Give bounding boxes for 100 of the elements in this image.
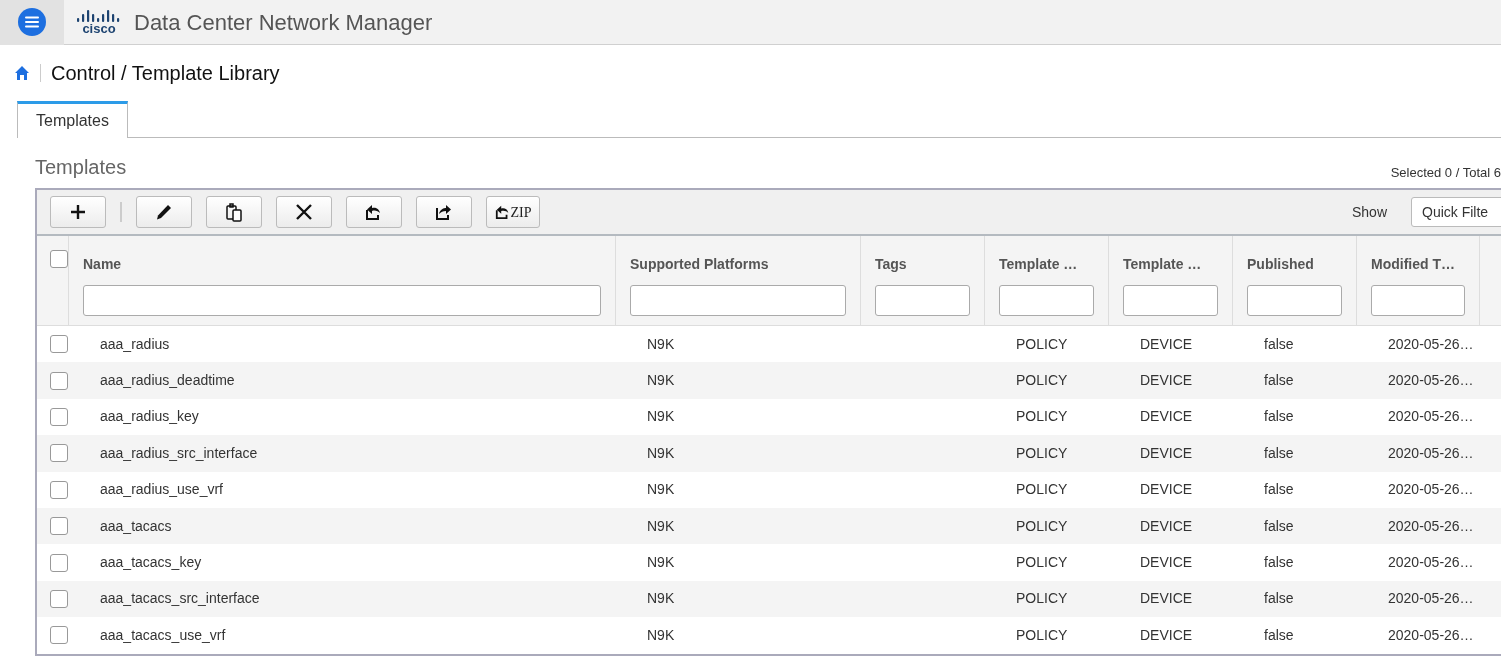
checkbox[interactable] <box>50 250 68 268</box>
checkbox[interactable] <box>50 480 68 499</box>
table-cell-text: DEVICE <box>1140 407 1193 427</box>
table-cell-text: aaa_tacacs_key <box>100 553 202 573</box>
table-cell-text: aaa_radius_key <box>100 407 199 427</box>
edit-button[interactable] <box>136 196 192 228</box>
table-cell-text: N9K <box>647 334 675 354</box>
column-header[interactable]: Template … <box>1123 254 1218 275</box>
filter-field[interactable] <box>83 285 601 316</box>
filter-field[interactable] <box>1371 285 1465 316</box>
table-cell-text: POLICY <box>1016 334 1068 354</box>
column-header[interactable]: Supported Platforms <box>630 254 846 275</box>
table-cell-text: POLICY <box>1016 589 1068 609</box>
close-icon <box>295 203 313 221</box>
checkbox[interactable] <box>50 371 68 390</box>
table-cell-text: 2020-05-26… <box>1388 516 1474 536</box>
table-cell-text: 2020-05-26… <box>1388 407 1474 427</box>
import-button[interactable] <box>346 196 402 228</box>
table-cell-text: false <box>1264 553 1294 573</box>
selection-count: Selected 0 / Total 6 <box>1390 163 1501 182</box>
table-cell-text: false <box>1264 334 1294 354</box>
table-cell-text: N9K <box>647 443 675 463</box>
checkbox[interactable] <box>50 517 68 536</box>
cisco-bars-icon <box>76 9 122 22</box>
table-cell-text: N9K <box>647 516 675 536</box>
table-cell-text: 2020-05-26… <box>1388 480 1474 500</box>
checkbox[interactable] <box>50 407 68 426</box>
filter-field[interactable] <box>630 285 846 316</box>
export-icon <box>435 203 453 221</box>
copy-button[interactable] <box>206 196 262 228</box>
section-title: Templates <box>35 155 127 180</box>
table-cell-text: N9K <box>647 589 675 609</box>
table-cell-text: N9K <box>647 480 675 500</box>
table-cell-text: POLICY <box>1016 480 1068 500</box>
table-cell-text: DEVICE <box>1140 589 1193 609</box>
checkbox[interactable] <box>50 335 68 354</box>
table-cell-text: false <box>1264 625 1294 645</box>
table-cell-text: DEVICE <box>1140 443 1193 463</box>
table-cell-text: 2020-05-26… <box>1388 625 1474 645</box>
checkbox[interactable] <box>50 553 68 572</box>
table-cell-text: 2020-05-26… <box>1388 371 1474 391</box>
add-button[interactable] <box>50 196 106 228</box>
pencil-icon <box>155 203 173 221</box>
import-icon <box>494 204 511 220</box>
table-cell-text: DEVICE <box>1140 516 1193 536</box>
breadcrumb: Control / Template Library <box>51 61 280 86</box>
table-cell-text: N9K <box>647 407 675 427</box>
table-cell-text: aaa_radius_src_interface <box>100 443 258 463</box>
table-cell-text: POLICY <box>1016 371 1068 391</box>
export-button[interactable] <box>416 196 472 228</box>
table-cell-text: DEVICE <box>1140 371 1193 391</box>
filter-field[interactable] <box>1247 285 1342 316</box>
column-header[interactable]: Name <box>83 254 601 275</box>
filter-dropdown[interactable]: Quick Filte <box>1411 197 1501 227</box>
app-title: Data Center Network Manager <box>134 8 433 37</box>
tab[interactable]: Templates <box>17 101 128 138</box>
plus-icon <box>69 203 87 221</box>
clipboard-icon <box>225 202 243 222</box>
zip-button[interactable]: ZIP <box>486 196 540 228</box>
table-cell-text: DEVICE <box>1140 625 1193 645</box>
table-cell-text: 2020-05-26… <box>1388 443 1474 463</box>
table-cell-text: 2020-05-26… <box>1388 334 1474 354</box>
filter-field[interactable] <box>999 285 1094 316</box>
table-cell-text: aaa_tacacs <box>100 516 172 536</box>
table-cell-text: POLICY <box>1016 553 1068 573</box>
table-cell-text: POLICY <box>1016 443 1068 463</box>
checkbox[interactable] <box>50 589 68 608</box>
table-cell-text: false <box>1264 480 1294 500</box>
delete-button[interactable] <box>276 196 332 228</box>
show-label: Show <box>1351 202 1387 222</box>
filter-field[interactable] <box>875 285 970 316</box>
checkbox[interactable] <box>50 626 68 645</box>
table-cell-text: aaa_tacacs_src_interface <box>100 589 260 609</box>
filter-field[interactable] <box>1123 285 1218 316</box>
column-header[interactable]: Tags <box>875 254 970 275</box>
import-icon <box>365 203 383 221</box>
menu-icon <box>17 7 47 37</box>
checkbox[interactable] <box>50 444 68 463</box>
menu-button[interactable] <box>0 0 64 45</box>
table-cell-text: aaa_tacacs_use_vrf <box>100 625 226 645</box>
table-cell-text: false <box>1264 407 1294 427</box>
column-header[interactable]: Modified T… <box>1371 254 1465 275</box>
table-cell-text: false <box>1264 371 1294 391</box>
table-cell-text: POLICY <box>1016 516 1068 536</box>
logo-text: cisco <box>82 21 116 35</box>
table-cell-text: aaa_radius_deadtime <box>100 371 235 391</box>
column-header[interactable]: Published <box>1247 254 1342 275</box>
table-cell-text: N9K <box>647 371 675 391</box>
table-cell-text: N9K <box>647 553 675 573</box>
table-cell-text: POLICY <box>1016 625 1068 645</box>
table-cell-text: N9K <box>647 625 675 645</box>
table-cell-text: false <box>1264 516 1294 536</box>
table-cell-text: 2020-05-26… <box>1388 589 1474 609</box>
table-cell-text: false <box>1264 589 1294 609</box>
home-icon[interactable] <box>14 65 30 81</box>
table-cell-text: DEVICE <box>1140 553 1193 573</box>
table-cell-text: DEVICE <box>1140 480 1193 500</box>
table-cell-text: POLICY <box>1016 407 1068 427</box>
table-cell-text: 2020-05-26… <box>1388 553 1474 573</box>
column-header[interactable]: Template … <box>999 254 1094 275</box>
